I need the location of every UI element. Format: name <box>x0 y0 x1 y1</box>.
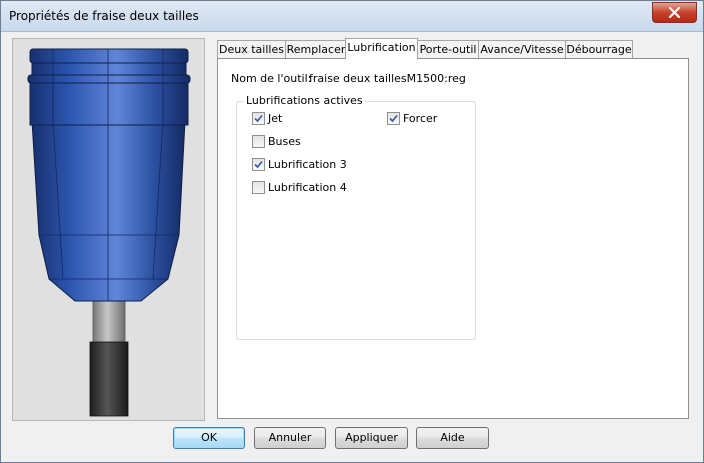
tool-name-label: Nom de l'outil: <box>231 72 312 85</box>
forcer-checkbox[interactable]: Forcer <box>387 112 437 125</box>
title-bar: Propriétés de fraise deux tailles <box>1 1 703 32</box>
dialog-window: Propriétés de fraise deux tailles Deux t… <box>0 0 704 463</box>
tab-debourrage[interactable]: Débourrage <box>565 40 633 58</box>
checkbox-label: Buses <box>268 135 301 148</box>
window-title: Propriétés de fraise deux tailles <box>9 9 199 23</box>
close-icon <box>668 7 681 18</box>
checkbox-box <box>252 181 265 194</box>
tab-avance-vitesse[interactable]: Avance/Vitesse <box>478 40 566 58</box>
lubrification-3-checkbox[interactable]: Lubrification 3 <box>252 158 347 171</box>
checkbox-box <box>252 135 265 148</box>
group-title: Lubrifications actives <box>244 94 365 107</box>
lubrification-panel: Nom de l'outil: fraise deux taillesM1500… <box>217 58 689 419</box>
checkbox-box <box>252 112 265 125</box>
checkmark-icon <box>389 114 398 123</box>
checkbox-box <box>387 112 400 125</box>
buses-checkbox[interactable]: Buses <box>252 135 301 148</box>
jet-checkbox[interactable]: Jet <box>252 112 282 125</box>
checkbox-box <box>252 158 265 171</box>
tab-lubrification[interactable]: Lubrification <box>345 38 418 59</box>
lubrification-4-checkbox[interactable]: Lubrification 4 <box>252 181 347 194</box>
tab-porte-outil[interactable]: Porte-outil <box>417 40 479 58</box>
lubrification-group: Lubrifications actives Jet Forcer Buses <box>236 94 476 340</box>
checkbox-label: Lubrification 3 <box>268 158 347 171</box>
checkmark-icon <box>254 160 263 169</box>
cancel-button[interactable]: Annuler <box>254 427 326 449</box>
checkmark-icon <box>254 114 263 123</box>
tool-name-value: fraise deux taillesM1500:reg <box>309 72 466 85</box>
help-button[interactable]: Aide <box>416 427 489 449</box>
checkbox-label: Forcer <box>403 112 438 125</box>
tab-remplacer[interactable]: Remplacer <box>285 40 347 58</box>
apply-button[interactable]: Appliquer <box>335 427 408 449</box>
tool-preview <box>12 38 205 421</box>
checkbox-label: Jet <box>268 112 283 125</box>
close-button[interactable] <box>652 2 697 23</box>
ok-button[interactable]: OK <box>173 427 245 449</box>
end-mill-illustration <box>27 48 191 417</box>
tab-deux-tailles[interactable]: Deux tailles <box>217 40 286 58</box>
checkbox-label: Lubrification 4 <box>268 181 347 194</box>
